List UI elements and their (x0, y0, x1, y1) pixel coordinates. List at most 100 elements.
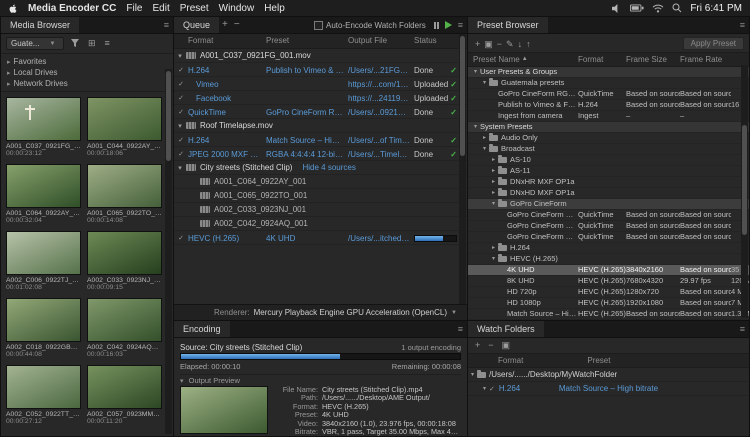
new-preset-icon[interactable]: + (473, 39, 482, 49)
media-item[interactable]: A002_C042_0924AQ_001 00:00:16:03 (87, 298, 162, 360)
video-thumbnail[interactable] (6, 164, 81, 208)
output-file-link[interactable]: https://...com/184066142 (348, 78, 414, 91)
output-enabled-check[interactable]: ✓ (178, 137, 184, 144)
column-preset-name[interactable]: Preset Name ▲ (468, 53, 578, 66)
column-preset[interactable]: Preset (587, 354, 610, 367)
format-link[interactable]: H.264 (499, 384, 559, 393)
video-thumbnail[interactable] (6, 231, 81, 275)
output-enabled-check[interactable]: ✓ (178, 235, 184, 242)
column-frame-rate[interactable]: Frame Rate (680, 53, 731, 66)
preset-link[interactable]: Match Source – High bitr... (266, 134, 348, 147)
chevron-right-icon[interactable]: ▸ (489, 166, 498, 176)
scrollbar-thumb[interactable] (166, 71, 171, 161)
column-format[interactable]: Format (578, 53, 626, 66)
preset-row[interactable]: HD 720p HEVC (H.265) 1280x720 Based on s… (468, 287, 749, 298)
preset-row[interactable]: ▸H.264 (468, 243, 749, 254)
output-enabled-check[interactable]: ✓ (178, 109, 184, 116)
delete-preset-icon[interactable]: − (495, 39, 504, 49)
chevron-down-icon[interactable]: ▾ (480, 78, 489, 88)
queue-subsource-row[interactable]: A001_C065_0922TO_001 (174, 189, 467, 203)
export-preset-icon[interactable]: ↑ (524, 39, 533, 49)
preset-row[interactable]: ▸AS-11 (468, 166, 749, 177)
apple-menu-icon[interactable] (8, 3, 18, 14)
chevron-down-icon[interactable]: ▾ (471, 122, 480, 132)
queue-output-row[interactable]: ✓ HEVC (H.265) 4K UHD /Users/...itched C… (174, 231, 467, 245)
preset-link[interactable]: RGBA 4:4:4:4 12-bit 300... (266, 148, 348, 161)
media-item[interactable]: A002_C052_0922TT_001 00:00:27:12 (6, 365, 81, 427)
media-item[interactable]: A002_C057_0923MM_001 00:00:11:20 (87, 365, 162, 427)
queue-source-row[interactable]: ▾ A001_C037_0921FG_001.mov (174, 49, 467, 63)
preset-row[interactable]: ▾Guatemala presets (468, 78, 749, 89)
preset-row[interactable]: 4K UHD HEVC (H.265) 3840x2160 Based on s… (468, 265, 749, 276)
renderer-dropdown[interactable]: Mercury Playback Engine GPU Acceleration… (254, 308, 447, 317)
format-link[interactable]: QuickTime (188, 106, 266, 119)
wifi-icon[interactable] (652, 4, 664, 13)
preset-row[interactable]: ▾User Presets & Groups (468, 67, 749, 78)
panel-menu-icon[interactable]: ≡ (740, 324, 745, 334)
preset-row[interactable]: Publish to Vimeo & Facebook H.264 Based … (468, 100, 749, 111)
panel-menu-icon[interactable]: ≡ (740, 20, 745, 30)
chevron-down-icon[interactable]: ▾ (480, 385, 489, 392)
edit-preset-icon[interactable]: ✎ (504, 39, 516, 49)
preset-row[interactable]: GoPro CineForm RGB 12-bit QuickTime Base… (468, 221, 749, 232)
output-enabled-check[interactable]: ✓ (178, 95, 184, 102)
preset-browser-scrollbar[interactable] (741, 65, 748, 318)
chevron-down-icon[interactable]: ▾ (480, 144, 489, 154)
volume-icon[interactable] (611, 4, 622, 13)
column-output-file[interactable]: Output File (348, 34, 414, 48)
column-status[interactable]: Status (414, 34, 460, 48)
pause-queue-button[interactable] (434, 22, 439, 29)
output-file-link[interactable]: /Users/...21FG_001_1.mp4 (348, 64, 414, 77)
preset-row[interactable]: ▸AS-10 (468, 155, 749, 166)
menu-bar-clock[interactable]: Fri 6:41 PM (690, 3, 742, 14)
queue-output-row[interactable]: ✓ Vimeo https://...com/184066142 Uploade… (174, 77, 467, 91)
media-item[interactable]: A002_C006_0922TJ_001 00:01:02:08 (6, 231, 81, 293)
watch-folder-output-row[interactable]: ▾ ✓ H.264 Match Source – High bitrate (468, 382, 749, 396)
start-queue-button[interactable] (445, 21, 452, 29)
format-link[interactable]: Vimeo (188, 78, 266, 91)
output-file-link[interactable]: /Users/...of Timelapse.mp4 (348, 134, 414, 147)
format-link[interactable]: HEVC (H.265) (188, 232, 266, 245)
video-thumbnail[interactable] (6, 97, 81, 141)
video-thumbnail[interactable] (87, 298, 162, 342)
grid-view-icon[interactable]: ⊞ (86, 39, 98, 48)
chevron-down-icon[interactable]: ▾ (174, 164, 186, 172)
tree-item-network-drives[interactable]: ▸Network Drives (1, 78, 173, 89)
scrollbar-thumb[interactable] (460, 36, 465, 156)
media-item[interactable]: A001_C064_0922AY_001 00:00:32:04 (6, 164, 81, 226)
chevron-down-icon[interactable]: ▾ (174, 52, 186, 60)
video-thumbnail[interactable] (6, 365, 81, 409)
output-enabled-check[interactable]: ✓ (178, 151, 184, 158)
chevron-down-icon[interactable]: ▾ (471, 67, 480, 77)
queue-output-row[interactable]: ✓ H.264 Match Source – High bitr... /Use… (174, 133, 467, 147)
queue-subsource-row[interactable]: A002_C033_0923NJ_001 (174, 203, 467, 217)
panel-menu-icon[interactable]: ≡ (164, 20, 169, 30)
output-enabled-check[interactable]: ✓ (178, 81, 184, 88)
output-file-link[interactable]: /Users/...Timelapse_1.mxf (348, 148, 414, 161)
preset-link[interactable]: GoPro CineForm RGB 12-... (266, 106, 348, 119)
column-preset[interactable]: Preset (266, 34, 348, 48)
media-item[interactable]: A002_C018_0922GB_001 00:00:44:08 (6, 298, 81, 360)
media-browser-scrollbar[interactable] (165, 69, 172, 434)
output-enabled-check[interactable]: ✓ (178, 67, 184, 74)
output-preview-toggle[interactable]: ▾ Output Preview (180, 374, 461, 386)
format-link[interactable]: JPEG 2000 MXF OP1a (188, 148, 266, 161)
tree-item-favorites[interactable]: ▸Favorites (1, 56, 173, 67)
queue-scrollbar[interactable] (459, 34, 466, 304)
import-preset-icon[interactable]: ↓ (516, 39, 525, 49)
menu-preset[interactable]: Preset (180, 3, 209, 14)
collection-dropdown[interactable]: Guate... ▼ (6, 37, 64, 50)
queue-output-row[interactable]: ✓ Facebook https://...24119614602283 Upl… (174, 91, 467, 105)
tab-encoding[interactable]: Encoding (174, 321, 230, 337)
output-file-link[interactable]: /Users/...itched Clip).mp4 (348, 232, 414, 245)
preset-row[interactable]: ▸DNxHR MXF OP1a (468, 177, 749, 188)
video-thumbnail[interactable] (87, 164, 162, 208)
preset-row[interactable]: GoPro CineForm YUV 10-bit QuickTime Base… (468, 232, 749, 243)
column-format[interactable]: Format (188, 34, 266, 48)
search-icon[interactable] (672, 3, 682, 13)
queue-subsource-row[interactable]: A002_C042_0924AQ_001 (174, 217, 467, 231)
queue-subsource-row[interactable]: A001_C064_0922AY_001 (174, 175, 467, 189)
menu-file[interactable]: File (126, 3, 142, 14)
watch-folder-row[interactable]: ▾ /Users/....../Desktop/MyWatchFolder (468, 368, 749, 382)
chevron-right-icon[interactable]: ▸ (489, 155, 498, 165)
